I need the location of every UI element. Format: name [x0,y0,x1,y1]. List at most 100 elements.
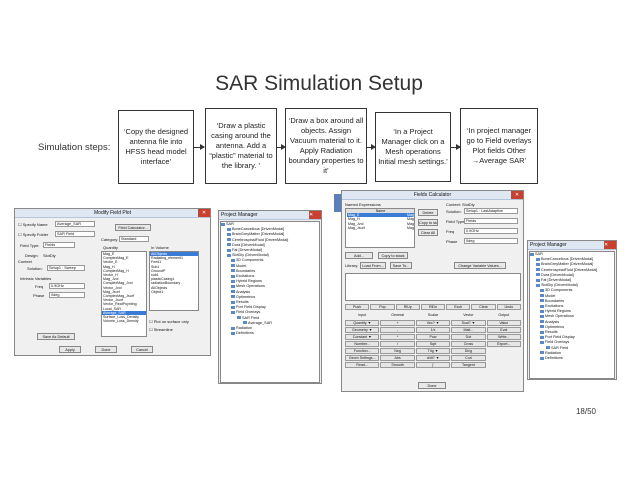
solution-select[interactable]: Setup1 : Sweep [47,265,85,271]
project-tree-left[interactable]: SAR BoneCancellous [DrivenModal] BrainGrey… [220,221,320,383]
calc-button[interactable]: * [380,334,415,340]
calc-button[interactable]: Constant ▼ [345,334,380,340]
calc-button[interactable]: Cross [451,341,486,347]
field-type-select[interactable]: Fields [43,242,75,248]
calc-button[interactable]: Quantity ▼ [345,320,380,326]
calc-button[interactable]: Abs [380,355,415,361]
save-to-button[interactable]: Save To... [390,262,412,269]
calc-button[interactable]: Tangent [451,362,486,368]
add-button[interactable]: Add... [345,252,373,259]
step-5-box: ‘In project manager go to Field overlays… [460,108,538,184]
save-default-button[interactable]: Save As Default [37,333,75,340]
freq-select[interactable]: 0.9GHz [464,228,518,234]
calc-button[interactable]: + [380,320,415,326]
calc-button[interactable]: Vec? ▼ [415,320,451,326]
calc-button[interactable]: Read... [345,362,380,368]
calc-button[interactable]: Trig ▼ [415,348,451,354]
folder-field[interactable]: SAR Field [55,231,95,237]
calc-empty [487,348,521,354]
stack-button-rlup[interactable]: RlUp [395,304,420,310]
plot-on-surface-checkbox[interactable]: ☐ Plot on surface only [149,319,189,324]
streamline-checkbox[interactable]: ☐ Streamline [149,327,173,332]
plot-name-field[interactable]: Average_SAR [55,221,95,227]
close-icon[interactable]: ✕ [198,209,210,217]
done-button[interactable]: Done [418,382,446,389]
category-select[interactable]: Standard [119,236,149,242]
volume-item[interactable]: Object1 [150,290,198,294]
tree-item[interactable]: Definitions [530,356,614,361]
calc-button[interactable]: Pow [415,334,451,340]
close-icon[interactable]: ✕ [511,191,523,199]
quantity-item[interactable]: Volume_Loss_Density [102,319,146,323]
delete-button[interactable]: Delete [418,209,438,216]
calc-button[interactable]: Geom Settings... [345,355,380,361]
phase-select[interactable]: 0deg [464,238,518,244]
calc-button[interactable]: Number... [345,341,380,347]
calc-button[interactable]: Divg [451,348,486,354]
copy-to-stack-side-button[interactable]: Copy to stack [418,219,438,226]
specify-name-checkbox[interactable]: ☐ Specify Name [18,222,48,227]
stack-button-rldn[interactable]: RlDn [420,304,446,310]
calc-button[interactable]: Neg [380,348,415,354]
change-variable-values-button[interactable]: Change Variable Values... [454,262,506,269]
specify-folder-checkbox[interactable]: ☐ Specify Folder [18,232,48,237]
context-label: Context [18,259,32,264]
tree-item[interactable]: Definitions [221,331,319,336]
named-expressions-list[interactable]: Name Mag_E Mag Mag_H Mag Mag_Jvol Mag Mag_Jsur… [345,208,415,248]
volume-list[interactable]: AllObjects Radiating_element1 Feed1 Sub1 Gro… [149,251,199,311]
tree-node-icon [540,309,544,313]
calc-button[interactable]: Scal? ▼ [451,320,486,326]
calc-button[interactable]: Value [486,320,521,326]
calc-button[interactable]: Dot [451,334,486,340]
calc-button[interactable]: ∫ [415,362,451,368]
tree-item-label: Definitions [545,356,563,361]
clear-all-button[interactable]: Clear All [418,229,438,236]
stack-button-pop[interactable]: Pop [370,304,395,310]
stack-button-clear[interactable]: Clear [471,304,496,310]
expression-row[interactable]: Mag_Jsurf Mag [347,226,414,230]
tree-item-label: Mesh Operations [545,314,574,319]
calc-button[interactable]: Function... [345,348,380,354]
cancel-button[interactable]: Cancel [131,346,153,353]
calc-button[interactable]: 1/x [415,327,451,333]
calc-button[interactable]: - [380,327,415,333]
solution-select[interactable]: Setup1 : LastAdaptive [464,208,518,214]
calc-button[interactable]: Export... [486,341,521,347]
project-tree-right[interactable]: SAR BoneCancellous [DrivenModal] BrainGrey… [529,251,615,379]
field-type-select[interactable]: Fields [464,218,518,224]
calc-button[interactable]: Geometry ▼ [345,327,380,333]
copy-to-stack-button[interactable]: Copy to stack [378,252,408,259]
freq-select[interactable]: 0.9GHz [49,283,85,289]
tree-item-label: Average_SAR [248,320,272,325]
calc-empty [487,355,521,361]
tree-node-icon [231,269,235,273]
calc-button[interactable]: Smooth [380,362,415,368]
tree-node-icon [540,320,544,324]
tree-item-label: 3D Components [545,288,573,293]
calc-button[interactable]: d/dt? ▼ [415,355,451,361]
calc-button[interactable]: Matl... [451,327,486,333]
apply-button[interactable]: Apply [59,346,81,353]
tree-node-icon [540,335,544,339]
phase-select[interactable]: 0deg [49,292,85,298]
calc-button[interactable]: Eval [486,327,521,333]
tree-node-icon [231,305,235,309]
calc-button[interactable]: Write... [486,334,521,340]
field-calculator-button[interactable]: Field Calculator... [115,224,151,231]
calc-column-header: Input [345,313,380,319]
calc-button[interactable]: / [380,341,415,347]
calc-button[interactable]: Curl [451,355,486,361]
quantity-list[interactable]: Mag_E ComplexMag_E Vector_E Mag_H ComplexMag… [101,251,147,337]
step-3-box: ‘Draw a box around all objects. Assign V… [285,108,367,184]
close-icon[interactable]: ✕ [604,241,616,249]
stack-button-undo[interactable]: Undo [496,304,521,310]
calculator-stack[interactable] [345,273,521,301]
calc-button[interactable]: Sqrt [415,341,451,347]
done-button[interactable]: Done [95,346,117,353]
freq-label: Freq [446,229,455,234]
calc-column-header: Output [486,313,521,319]
stack-button-exch[interactable]: Exch [446,304,471,310]
stack-button-push[interactable]: Push [345,304,370,310]
load-from-button[interactable]: Load From... [360,262,386,269]
close-icon[interactable]: ✕ [309,211,321,219]
